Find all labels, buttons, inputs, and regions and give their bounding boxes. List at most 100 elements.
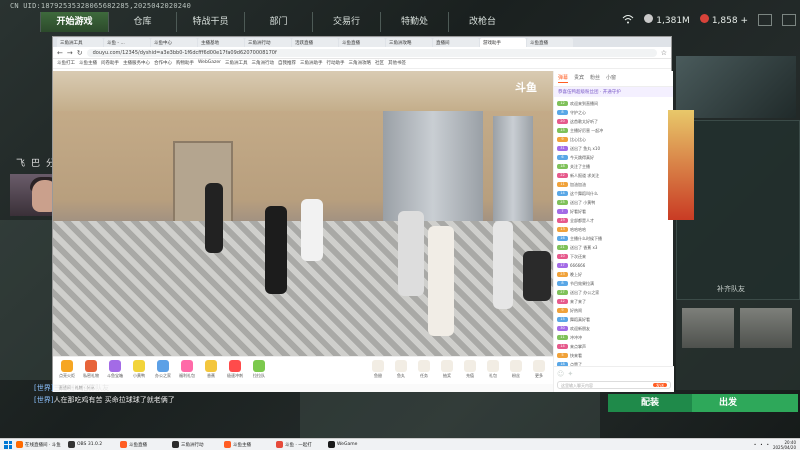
game-nav-tab[interactable]: 仓库 [108,12,176,32]
windows-start-icon[interactable] [4,440,12,449]
browser-tab[interactable]: 斗鱼中心 [151,38,197,47]
browser-tab[interactable]: 主播基地 [198,38,244,47]
chat-tab[interactable]: 弹幕 [558,74,569,83]
taskbar-item[interactable]: OBS 31.0.2 [68,441,116,448]
send-button[interactable]: 发送 [653,383,667,388]
squad-panel[interactable]: 补齐队友 [676,120,800,300]
chat-message: 21 送出了 香蕉 x3 [557,243,670,252]
bookmark-item[interactable]: WebGazer [198,60,221,67]
game-nav-tab[interactable]: 交易行 [312,12,380,32]
tray-volume-icon[interactable]: • [760,442,762,447]
chat-banner[interactable]: 恭喜伍鸭超级粉丝团 · 开通守护 [554,87,673,97]
game-nav-tab[interactable]: 开始游戏 [40,12,108,32]
chat-text: 下次还来 [570,253,586,259]
url-input[interactable]: douyu.com/12345/dyshid=a3e3bb0-1f6dcfff6… [86,48,657,57]
chat-tab[interactable]: 贵宾 [574,74,584,83]
star-icon[interactable]: ☆ [661,49,667,57]
action-item[interactable]: 鱼丸 [391,360,411,381]
reload-icon[interactable]: ↻ [77,49,83,57]
level-badge: 9 [557,137,568,142]
bookmark-item[interactable]: 主播服务中心 [123,60,150,67]
live-video[interactable]: 斗鱼 [53,71,553,356]
browser-tab[interactable]: 三角洲工具 [57,38,103,47]
tray-wifi-icon[interactable]: • [754,442,756,447]
taskbar-item[interactable]: 斗鱼直播 [120,441,168,448]
game-nav-tab[interactable]: 特勤处 [380,12,448,32]
taskbar-item[interactable]: 三角洲行动 [172,441,220,448]
bookmark-item[interactable]: 问卷助手 [101,60,119,67]
game-nav-tab[interactable]: 部门 [244,12,312,32]
browser-tab[interactable]: 直播间 [433,38,479,47]
menu-icon[interactable] [782,14,796,26]
bookmark-item[interactable]: 其他书签 [388,60,406,67]
coin-icon [644,14,654,23]
map-tile[interactable] [740,308,792,348]
browser-tab[interactable]: 游戏助手 [480,38,526,47]
gift-item[interactable]: 点亮火炬 [57,360,77,381]
gift-item[interactable]: 私密礼物 [81,360,101,381]
gift-item[interactable]: 小黄鸭 [129,360,149,381]
back-icon[interactable]: ← [57,49,63,57]
bookmark-item[interactable]: 社区 [375,60,384,67]
currency-b[interactable]: 1,858 + [699,14,748,26]
dancer [265,206,287,294]
chat-text: 节目效果拉满 [570,280,594,286]
action-item[interactable]: 更多 [529,360,549,381]
gift-icon[interactable]: ✦ [567,370,573,378]
action-item[interactable]: 抽奖 [437,360,457,381]
gift-item[interactable]: 福利礼包 [177,360,197,381]
action-item[interactable]: 充值 [460,360,480,381]
deploy-button[interactable]: 出发 [692,394,764,412]
bookmark-item[interactable]: 三角洲行动 [252,60,275,67]
chat-tab[interactable]: 粉丝 [590,74,600,83]
gift-item[interactable]: 香蕉 [201,360,221,381]
browser-tab[interactable]: 斗鱼直播 [339,38,385,47]
currency-a[interactable]: 1,381M [644,14,690,26]
fill-squad-label[interactable]: 补齐队友 [717,284,745,294]
level-badge: 8 [557,281,568,286]
browser-tab[interactable]: 三角洲行动 [245,38,291,47]
forward-icon[interactable]: → [67,49,73,57]
gift-icon [61,360,73,372]
browser-tab[interactable]: 斗鱼 - ... [104,38,150,47]
bookmark-item[interactable]: 三角洲攻略 [349,60,372,67]
tray-battery-icon[interactable]: • [767,442,769,447]
bookmark-item[interactable]: 斗鱼打工 [57,60,75,67]
taskbar-item[interactable]: 斗鱼主播 [224,441,272,448]
bookmark-item[interactable]: 三角洲工具 [225,60,248,67]
taskbar-item[interactable]: 斗鱼 · 一起打 [276,441,324,448]
bookmark-item[interactable]: 斗鱼主播 [79,60,97,67]
game-nav-tab[interactable]: 改枪台 [448,12,516,32]
bookmark-item[interactable]: 三角洲助手 [300,60,323,67]
chat-tab[interactable]: 小窗 [606,74,616,83]
loadout-button[interactable]: 配装 [608,394,692,412]
mail-icon[interactable] [758,14,772,26]
chat-text: 舞蹈真好看 [570,316,590,322]
action-item[interactable]: 粉丝 [506,360,526,381]
taskbar-item[interactable]: WeGame [328,441,376,448]
bookmark-item[interactable]: 购物助手 [176,60,194,67]
browser-tab[interactable]: 三角洲攻略 [386,38,432,47]
add-currency-button[interactable]: + [740,16,748,26]
taskbar-item[interactable]: 在线直播间 · 斗鱼 [16,441,64,448]
action-icon [441,360,453,372]
chat-input[interactable]: 这里输入聊天内容 发送 [557,381,671,389]
gift-item[interactable]: 斗鱼宝箱 [105,360,125,381]
browser-tab[interactable]: 活跃直播 [292,38,338,47]
action-item[interactable]: 礼包 [483,360,503,381]
map-tile[interactable] [682,308,734,348]
gift-item[interactable]: 拉拉队 [249,360,269,381]
game-nav-tab[interactable]: 特战干员 [176,12,244,32]
gift-item[interactable]: 办公之家 [153,360,173,381]
action-item[interactable]: 任务 [414,360,434,381]
gift-item[interactable]: 极速冲刺 [225,360,245,381]
emoji-icon[interactable]: ☺ [557,370,564,378]
deploy-extra[interactable] [764,394,798,412]
bookmark-item[interactable]: 合作中心 [154,60,172,67]
side-ad-banner[interactable] [668,110,694,220]
bookmark-item[interactable]: 行动助手 [327,60,345,67]
bookmark-item[interactable]: 自我推荐 [278,60,296,67]
action-item[interactable]: 鱼翅 [368,360,388,381]
browser-tab[interactable]: 斗鱼直播 [527,38,573,47]
clock[interactable]: 20:40 2025/04/20 [773,440,796,450]
